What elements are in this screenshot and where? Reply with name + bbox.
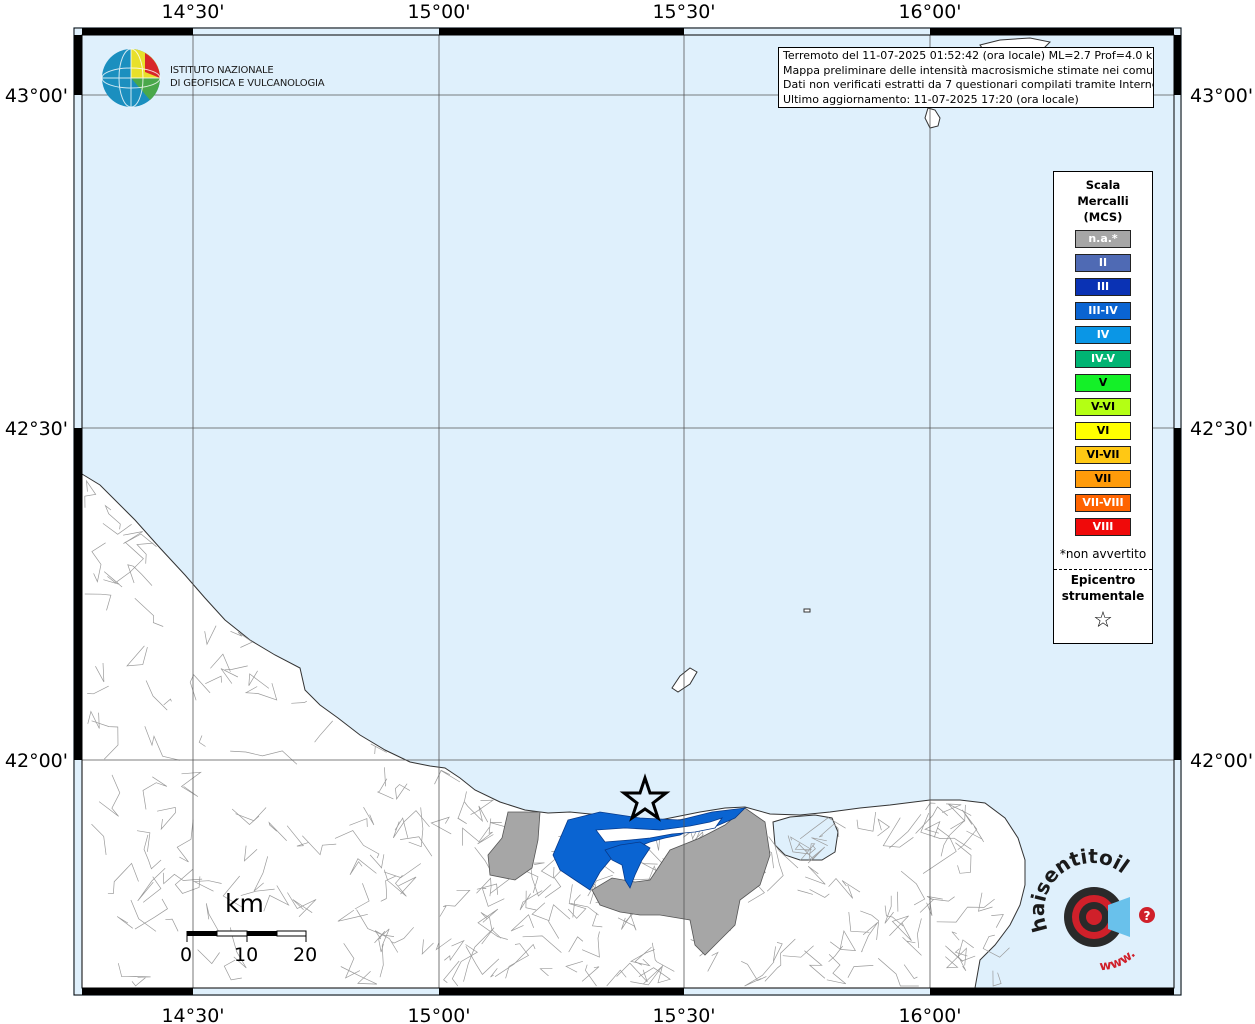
legend-item: n.a.* xyxy=(1075,230,1131,248)
hsit-logo-question: ? xyxy=(1144,909,1151,923)
lat-tick-label: 42°00' xyxy=(1190,750,1253,772)
lat-tick-label: 42°00' xyxy=(5,750,68,772)
legend-item: IV xyxy=(1075,326,1131,344)
legend-item: VII xyxy=(1075,470,1131,488)
lat-tick-label: 43°00' xyxy=(1190,85,1253,107)
mcs-legend: Scala Mercalli (MCS) n.a.* II III III-IV IV I… xyxy=(1053,171,1153,644)
lon-tick-label: 16°00' xyxy=(898,1,961,23)
legend-items: n.a.* II III III-IV IV IV-V V V-VI VI VI-VII VII VI… xyxy=(1075,230,1131,542)
legend-note: *non avvertito xyxy=(1059,547,1147,561)
legend-item: III xyxy=(1075,278,1131,296)
scale-unit: km xyxy=(225,889,264,918)
legend-item: VI-VII xyxy=(1075,446,1131,464)
legend-star-icon: ☆ xyxy=(1093,608,1113,633)
legend-item: V xyxy=(1075,374,1131,392)
scale-label: 20 xyxy=(293,944,318,966)
legend-title-line: Scala xyxy=(1085,178,1121,192)
scale-label: 0 xyxy=(180,944,193,966)
legend-item: III-IV xyxy=(1075,302,1131,320)
ingv-logo-icon xyxy=(101,48,161,108)
lat-tick-label: 43°00' xyxy=(5,85,68,107)
earthquake-info-box: Terremoto del 11-07-2025 01:52:42 (ora l… xyxy=(778,47,1154,108)
lon-tick-label: 16°00' xyxy=(898,1005,961,1024)
legend-separator xyxy=(1054,569,1152,570)
legend-epicenter-line: Epicentro xyxy=(1070,573,1136,587)
info-line-update: Ultimo aggiornamento: 11-07-2025 17:20 (… xyxy=(783,92,1079,106)
ingv-logo-line1: ISTITUTO NAZIONALE xyxy=(170,65,274,76)
legend-title: Scala Mercalli (MCS) xyxy=(1054,177,1152,225)
info-line-data-source: Dati non verificati estratti da 7 questi… xyxy=(783,78,1154,91)
legend-item: IV-V xyxy=(1075,350,1131,368)
lon-tick-label: 15°00' xyxy=(407,1005,470,1024)
lon-tick-label: 14°30' xyxy=(161,1005,224,1024)
pianosa-island xyxy=(803,608,811,613)
legend-item: VI xyxy=(1075,422,1131,440)
ingv-logo-text: ISTITUTO NAZIONALE DI GEOFISICA E VULCAN… xyxy=(170,64,325,90)
legend-title-line: Mercalli xyxy=(1077,194,1129,208)
legend-item: V-VI xyxy=(1075,398,1131,416)
legend-title-line: (MCS) xyxy=(1083,210,1123,224)
scale-label: 10 xyxy=(234,944,259,966)
ingv-logo-line2: DI GEOFISICA E VULCANOLOGIA xyxy=(170,78,325,89)
info-line-description: Mappa preliminare delle intensità macros… xyxy=(783,63,1154,77)
lon-tick-label: 14°30' xyxy=(161,1,224,23)
legend-item: VII-VIII xyxy=(1075,494,1131,512)
info-line-event: Terremoto del 11-07-2025 01:52:42 (ora l… xyxy=(783,49,1154,62)
legend-epicenter-label: Epicentro strumentale xyxy=(1054,572,1152,604)
lat-tick-label: 42°30' xyxy=(1190,418,1253,440)
lon-tick-label: 15°00' xyxy=(407,1,470,23)
lon-tick-label: 15°30' xyxy=(652,1005,715,1024)
lat-tick-label: 42°30' xyxy=(5,418,68,440)
legend-item: VIII xyxy=(1075,518,1131,536)
lon-tick-label: 15°30' xyxy=(652,1,715,23)
legend-item: II xyxy=(1075,254,1131,272)
legend-epicenter-line: strumentale xyxy=(1061,589,1145,603)
